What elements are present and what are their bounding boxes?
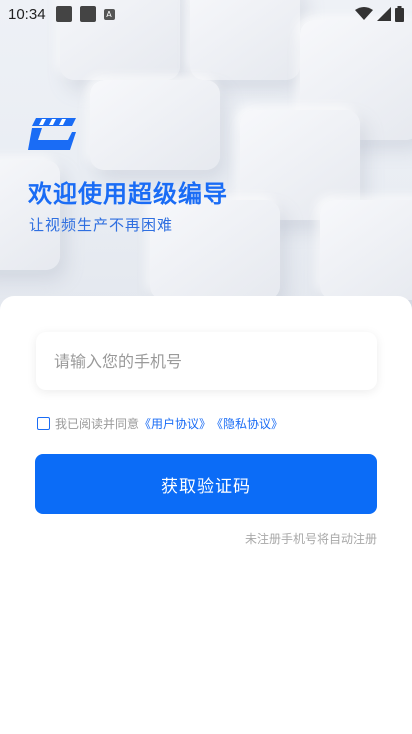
wifi-icon: [355, 7, 373, 20]
battery-icon: [395, 6, 404, 22]
phone-input[interactable]: [36, 332, 377, 390]
status-icons: [355, 6, 404, 22]
status-time: 10:34: [8, 5, 46, 23]
notification-icon: [79, 6, 96, 22]
privacy-agreement-link[interactable]: 《隐私协议》: [211, 415, 283, 432]
get-code-button[interactable]: 获取验证码: [35, 454, 377, 514]
clapperboard-logo-icon: [28, 118, 76, 150]
agreement-prefix: 我已阅读并同意: [55, 416, 140, 431]
welcome-title: 欢迎使用超级编导: [28, 180, 228, 208]
agreement-row: 我已阅读并同意 《用户协议》 《隐私协议》: [37, 415, 283, 431]
status-bar: 10:34 A: [0, 0, 412, 28]
user-agreement-link[interactable]: 《用户协议》: [139, 415, 211, 432]
auto-register-hint: 未注册手机号将自动注册: [244, 532, 377, 546]
notification-icon: [55, 6, 72, 22]
signal-icon: [377, 7, 391, 21]
welcome-subtitle: 让视频生产不再困难: [29, 216, 174, 234]
agree-checkbox[interactable]: [37, 416, 50, 430]
hero-background: [0, 0, 412, 330]
login-card: 我已阅读并同意 《用户协议》 《隐私协议》 获取验证码 未注册手机号将自动注册: [0, 296, 412, 734]
notification-badge-icon: A: [103, 8, 115, 20]
